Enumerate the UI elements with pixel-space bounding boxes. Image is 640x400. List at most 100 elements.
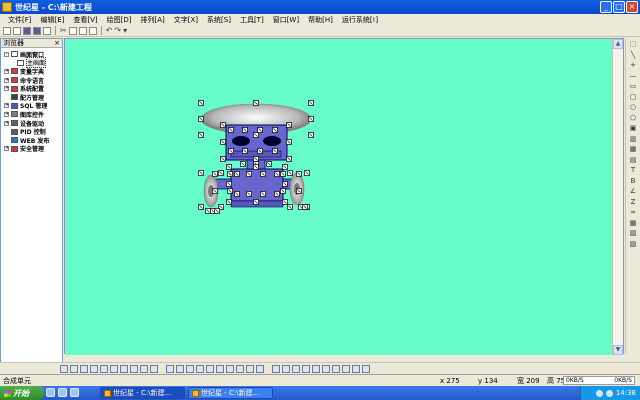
tree-item[interactable]: + 设备驱动 — [1, 119, 62, 128]
menu-run-system[interactable]: 运行系统[!] — [342, 15, 378, 25]
minimize-button[interactable]: _ — [600, 1, 612, 13]
robot-drawing[interactable] — [65, 39, 613, 355]
view-icon[interactable] — [362, 364, 370, 373]
tree-item[interactable]: PID 控制 — [1, 127, 62, 136]
front-one-icon[interactable] — [206, 364, 214, 373]
desktop-icon[interactable] — [46, 388, 55, 397]
expand-icon[interactable] — [4, 138, 9, 143]
vertical-scrollbar[interactable]: ▲ ▼ — [612, 39, 623, 355]
back-icon[interactable] — [196, 364, 204, 373]
print-button[interactable] — [43, 26, 51, 35]
same-size-icon[interactable] — [246, 364, 254, 373]
tree-item[interactable]: + 命令语言 — [1, 76, 62, 85]
line-color-icon[interactable] — [302, 364, 310, 373]
text-box-tool-icon[interactable]: ▤ — [628, 156, 638, 165]
menu-file[interactable]: 文件[F] — [8, 15, 32, 25]
space-h-icon[interactable] — [256, 364, 264, 373]
lock-icon[interactable] — [322, 364, 330, 373]
expand-icon[interactable]: + — [4, 86, 9, 92]
expand-icon[interactable] — [4, 95, 9, 100]
menu-window[interactable]: 窗口[W] — [273, 15, 299, 25]
report-tool-icon[interactable]: ▨ — [628, 240, 638, 249]
menu-system[interactable]: 系统[S] — [207, 15, 231, 25]
bar-tool-icon[interactable]: ▥ — [628, 135, 638, 144]
align-bottom-icon[interactable] — [110, 364, 118, 373]
expand-icon[interactable]: + — [4, 68, 9, 74]
expand-icon[interactable]: + — [4, 146, 9, 152]
dropdown-arrow-icon[interactable]: ▾ — [123, 26, 127, 35]
curve-tool-icon[interactable]: ∠ — [628, 187, 638, 196]
back-one-icon[interactable] — [216, 364, 224, 373]
ungroup-icon[interactable] — [176, 364, 184, 373]
save-button[interactable] — [23, 26, 31, 35]
tree-item[interactable]: WEB 发布 — [1, 136, 62, 145]
expand-icon[interactable]: + — [4, 77, 9, 83]
tree-item[interactable]: + 变量字典 — [1, 67, 62, 76]
taskbar-item[interactable]: 世纪星 - C:\新建... — [100, 387, 185, 399]
menu-view[interactable]: 查看[V] — [73, 15, 97, 25]
tree-item[interactable]: + 安全管理 — [1, 145, 62, 153]
taskbar-item[interactable]: 世纪星 - C:\新建... — [188, 387, 273, 399]
menu-edit[interactable]: 编辑[E] — [41, 15, 65, 25]
unlock-icon[interactable] — [332, 364, 340, 373]
scroll-down-icon[interactable]: ▼ — [613, 345, 623, 355]
paste-button[interactable] — [78, 26, 87, 35]
align-grid-icon[interactable] — [120, 364, 128, 373]
align-left-icon[interactable] — [60, 364, 68, 373]
network-icon[interactable] — [605, 389, 613, 397]
expand-icon[interactable]: + — [4, 111, 9, 117]
scroll-up-icon[interactable]: ▲ — [613, 39, 623, 49]
bold-tool-icon[interactable]: B — [628, 177, 638, 186]
hline-tool-icon[interactable]: — — [628, 72, 638, 81]
ellipse-tool-icon[interactable]: ○ — [628, 103, 638, 112]
copy-button[interactable] — [68, 26, 77, 35]
expand-icon[interactable] — [4, 129, 9, 134]
align-center-icon[interactable] — [70, 364, 78, 373]
line-icon[interactable] — [150, 364, 158, 373]
zigzag-tool-icon[interactable]: Z — [628, 198, 638, 207]
menu-tools[interactable]: 工具[T] — [240, 15, 264, 25]
volume-icon[interactable] — [595, 389, 603, 397]
fill-color-icon[interactable] — [292, 364, 300, 373]
align-middle-icon[interactable] — [100, 364, 108, 373]
round-rect-tool-icon[interactable]: ▢ — [628, 93, 638, 102]
collapse-icon[interactable]: - — [4, 51, 9, 57]
table-tool-icon[interactable]: ▦ — [628, 219, 638, 228]
media-icon[interactable] — [70, 388, 79, 397]
tree-item[interactable]: + SQL 管理 — [1, 102, 62, 110]
drawing-canvas[interactable] — [65, 39, 613, 355]
grid-tool-icon[interactable]: ▦ — [628, 145, 638, 154]
align-top-icon[interactable] — [90, 364, 98, 373]
tree-item[interactable]: + 系统配置 — [1, 84, 62, 93]
paste-special-button[interactable] — [88, 26, 97, 35]
new-file-button[interactable] — [3, 26, 11, 35]
font-icon[interactable] — [312, 364, 320, 373]
open-folder-button[interactable] — [13, 26, 21, 35]
pointer-tool-icon[interactable]: ⬚ — [628, 40, 638, 49]
maximize-button[interactable]: □ — [613, 1, 625, 13]
tree-item[interactable]: + 图库控件 — [1, 110, 62, 119]
tree-item[interactable]: 主画面 — [1, 57, 62, 69]
menu-draw[interactable]: 绘图[D] — [107, 15, 132, 25]
polygon-tool-icon[interactable]: ⬠ — [628, 114, 638, 123]
chart-tool-icon[interactable]: ▧ — [628, 229, 638, 238]
same-height-icon[interactable] — [236, 364, 244, 373]
align-right-icon[interactable] — [80, 364, 88, 373]
menu-help[interactable]: 帮助[H] — [308, 15, 333, 25]
robot-left-eye[interactable] — [232, 136, 250, 146]
menu-text[interactable]: 文字[X] — [174, 15, 198, 25]
cross-tool-icon[interactable]: + — [628, 61, 638, 70]
save-all-button[interactable] — [33, 26, 41, 35]
layer-icon[interactable] — [342, 364, 350, 373]
group-icon[interactable] — [166, 364, 174, 373]
expand-icon[interactable]: + — [4, 120, 9, 126]
image-tool-icon[interactable]: ▣ — [628, 124, 638, 133]
text-color-icon[interactable] — [282, 364, 290, 373]
start-button[interactable]: 开始 — [0, 386, 44, 400]
browser-icon[interactable] — [58, 388, 67, 397]
same-width-icon[interactable] — [226, 364, 234, 373]
rotate-icon[interactable] — [130, 364, 138, 373]
wave-tool-icon[interactable]: ≈ — [628, 208, 638, 217]
space-v-icon[interactable] — [272, 364, 280, 373]
menu-arrange[interactable]: 排列[A] — [141, 15, 165, 25]
